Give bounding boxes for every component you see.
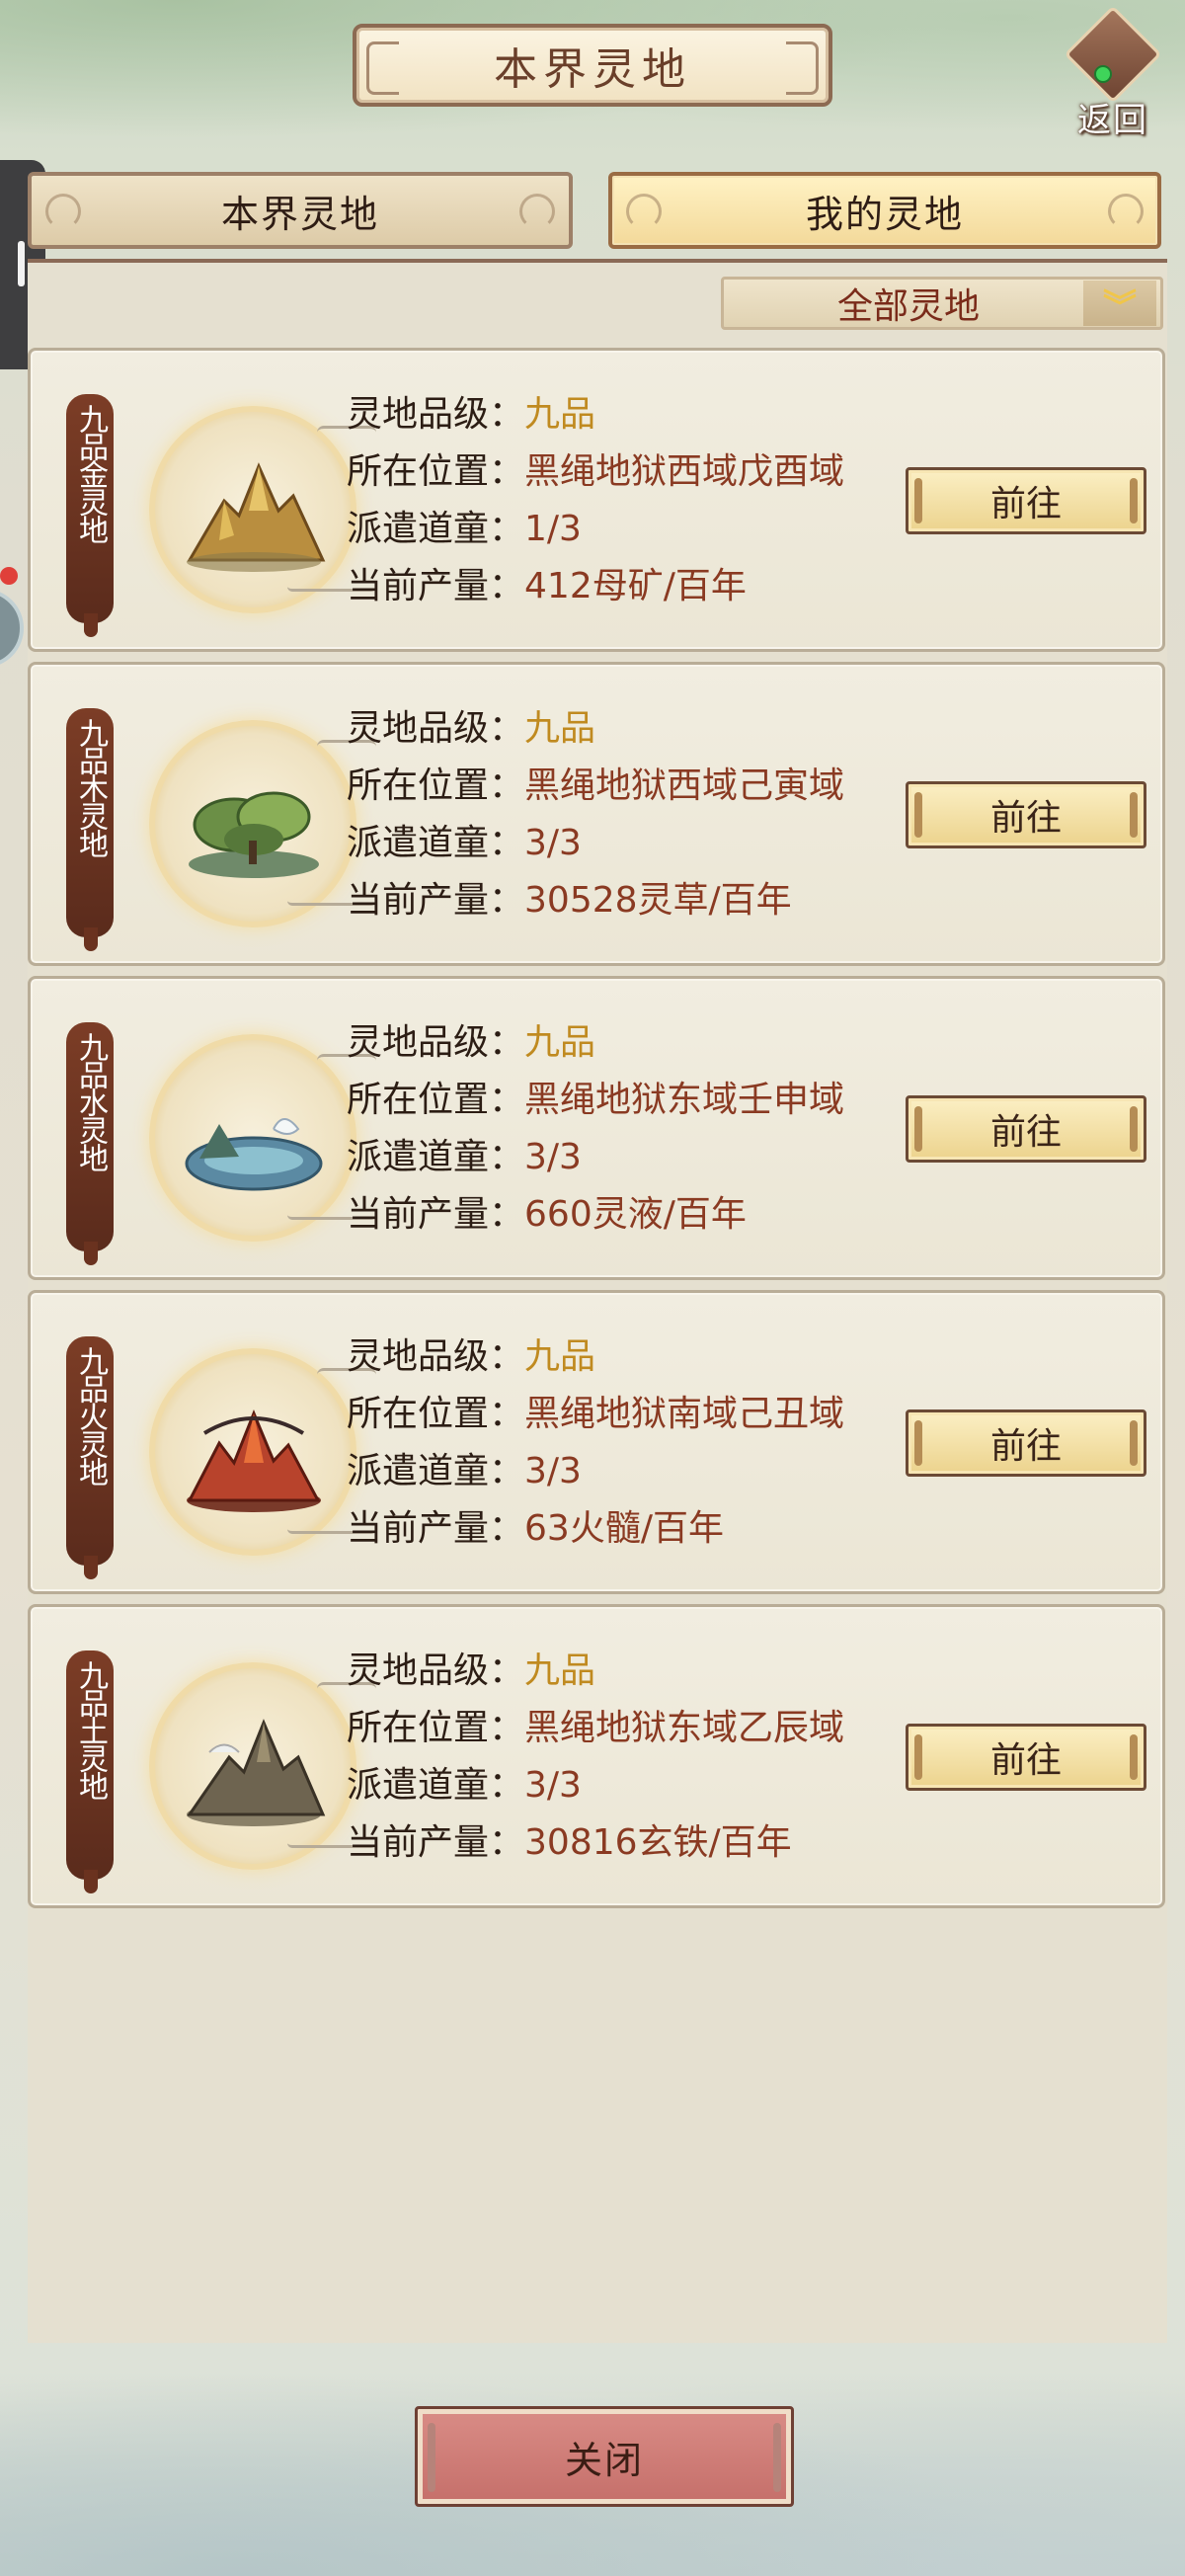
swirl-deco-icon bbox=[519, 194, 555, 229]
back-label: 返回 bbox=[1077, 101, 1148, 140]
tab-my-lands[interactable]: 我的灵地 bbox=[608, 172, 1161, 249]
output-label: 当前产量： bbox=[347, 1508, 525, 1549]
grade-value: 九品 bbox=[524, 394, 596, 435]
land-info: 灵地品级：九品 所在位置：黑绳地狱东域壬申域 派遣道童：3/3 当前产量：660… bbox=[347, 1014, 959, 1244]
dispatch-label: 派遣道童： bbox=[347, 509, 525, 549]
location-label: 所在位置： bbox=[347, 765, 525, 806]
drag-bar-icon bbox=[18, 241, 25, 286]
location-value: 黑绳地狱东域壬申域 bbox=[524, 1080, 845, 1120]
tab-label: 本界灵地 bbox=[220, 192, 379, 236]
dispatch-value: 1/3 bbox=[524, 509, 582, 549]
dispatch-value: 3/3 bbox=[524, 1765, 582, 1806]
output-label: 当前产量： bbox=[347, 1194, 525, 1235]
go-button[interactable]: 前往 bbox=[906, 1409, 1146, 1477]
dispatch-label: 派遣道童： bbox=[347, 1137, 525, 1177]
swirl-deco-icon bbox=[626, 194, 662, 229]
land-type-badge: 九品金灵地 bbox=[66, 394, 114, 637]
back-emblem-icon bbox=[1064, 5, 1162, 104]
location-value: 黑绳地狱南域己丑域 bbox=[524, 1394, 845, 1434]
land-info: 灵地品级：九品 所在位置：黑绳地狱东域乙辰域 派遣道童：3/3 当前产量：308… bbox=[347, 1643, 959, 1872]
output-value: 30816玄铁/百年 bbox=[524, 1822, 792, 1863]
location-label: 所在位置： bbox=[347, 1394, 525, 1434]
grade-value: 九品 bbox=[524, 708, 596, 749]
land-type-badge: 九品火灵地 bbox=[66, 1336, 114, 1579]
chevron-down-icon: ︾ bbox=[1083, 281, 1156, 327]
go-button[interactable]: 前往 bbox=[906, 781, 1146, 848]
swirl-deco-icon bbox=[1108, 194, 1144, 229]
location-value: 黑绳地狱东域乙辰域 bbox=[524, 1708, 845, 1748]
earth-mountain-icon bbox=[187, 1719, 326, 1826]
land-card: 九品土灵地 灵地品级：九品 所在位置：黑绳地狱东域乙辰域 派遣道童：3/3 当前… bbox=[28, 1604, 1165, 1908]
filter-selected: 全部灵地 bbox=[836, 286, 980, 327]
land-type-badge: 九品木灵地 bbox=[66, 708, 114, 951]
land-type-badge: 九品水灵地 bbox=[66, 1022, 114, 1265]
dispatch-label: 派遣道童： bbox=[347, 823, 525, 863]
output-label: 当前产量： bbox=[347, 1822, 525, 1863]
dispatch-label: 派遣道童： bbox=[347, 1451, 525, 1491]
floating-assistant-button[interactable] bbox=[0, 589, 24, 668]
page-title-banner: 本界灵地 bbox=[353, 24, 832, 107]
output-label: 当前产量： bbox=[347, 566, 525, 606]
land-card: 九品金灵地 灵地品级：九品 所在位置：黑绳地狱西域戊酉域 派遣道童：1/3 当前… bbox=[28, 348, 1165, 652]
tab-realm-lands[interactable]: 本界灵地 bbox=[28, 172, 573, 249]
close-button[interactable]: 关闭 bbox=[415, 2406, 794, 2507]
land-card: 九品火灵地 灵地品级：九品 所在位置：黑绳地狱南域己丑域 派遣道童：3/3 当前… bbox=[28, 1290, 1165, 1594]
location-label: 所在位置： bbox=[347, 451, 525, 492]
grade-label: 灵地品级： bbox=[347, 394, 525, 435]
output-label: 当前产量： bbox=[347, 880, 525, 921]
notification-dot bbox=[1094, 65, 1112, 83]
grade-label: 灵地品级： bbox=[347, 1336, 525, 1377]
location-value: 黑绳地狱西域己寅域 bbox=[524, 765, 845, 806]
grade-label: 灵地品级： bbox=[347, 1022, 525, 1063]
forest-icon bbox=[189, 791, 319, 878]
location-label: 所在位置： bbox=[347, 1708, 525, 1748]
location-label: 所在位置： bbox=[347, 1080, 525, 1120]
back-button[interactable]: 返回 bbox=[1055, 5, 1171, 140]
grade-value: 九品 bbox=[524, 1022, 596, 1063]
dispatch-value: 3/3 bbox=[524, 823, 582, 863]
land-info: 灵地品级：九品 所在位置：黑绳地狱西域戊酉域 派遣道童：1/3 当前产量：412… bbox=[347, 386, 959, 615]
land-card: 九品水灵地 灵地品级：九品 所在位置：黑绳地狱东域壬申域 派遣道童：3/3 当前… bbox=[28, 976, 1165, 1280]
swirl-deco-icon bbox=[45, 194, 81, 229]
grade-label: 灵地品级： bbox=[347, 708, 525, 749]
land-info: 灵地品级：九品 所在位置：黑绳地狱南域己丑域 派遣道童：3/3 当前产量：63火… bbox=[347, 1328, 959, 1558]
output-value: 412母矿/百年 bbox=[524, 566, 747, 606]
land-filter-dropdown[interactable]: 全部灵地 ︾ bbox=[721, 277, 1163, 330]
grade-value: 九品 bbox=[524, 1336, 596, 1377]
dispatch-value: 3/3 bbox=[524, 1451, 582, 1491]
grade-label: 灵地品级： bbox=[347, 1650, 525, 1691]
golden-mountain-icon bbox=[187, 462, 326, 572]
land-type-badge: 九品土灵地 bbox=[66, 1650, 114, 1893]
land-card: 九品木灵地 灵地品级：九品 所在位置：黑绳地狱西域己寅域 派遣道童：3/3 当前… bbox=[28, 662, 1165, 966]
go-button[interactable]: 前往 bbox=[906, 1095, 1146, 1163]
grade-value: 九品 bbox=[524, 1650, 596, 1691]
go-button[interactable]: 前往 bbox=[906, 1724, 1146, 1791]
output-value: 660灵液/百年 bbox=[524, 1194, 747, 1235]
dispatch-value: 3/3 bbox=[524, 1137, 582, 1177]
dispatch-label: 派遣道童： bbox=[347, 1765, 525, 1806]
go-button[interactable]: 前往 bbox=[906, 467, 1146, 534]
output-value: 30528灵草/百年 bbox=[524, 880, 792, 921]
side-red-dot bbox=[0, 567, 18, 585]
location-value: 黑绳地狱西域戊酉域 bbox=[524, 451, 845, 492]
land-info: 灵地品级：九品 所在位置：黑绳地狱西域己寅域 派遣道童：3/3 当前产量：305… bbox=[347, 700, 959, 929]
water-lake-icon bbox=[185, 1118, 323, 1191]
output-value: 63火髓/百年 bbox=[524, 1508, 724, 1549]
tab-label: 我的灵地 bbox=[805, 192, 964, 236]
volcano-icon bbox=[187, 1409, 321, 1512]
page-title: 本界灵地 bbox=[494, 44, 691, 95]
